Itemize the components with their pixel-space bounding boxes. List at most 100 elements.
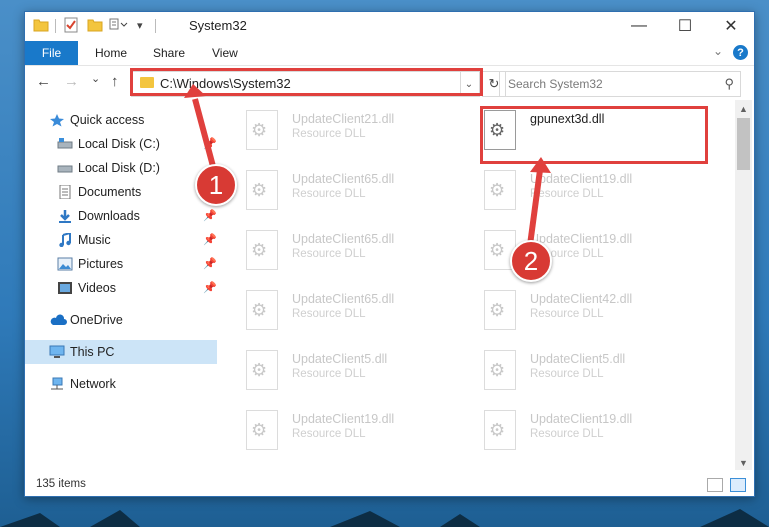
sidebar-item-label: Music <box>78 233 111 247</box>
sidebar-item-local-disk-d[interactable]: Local Disk (D:) <box>25 156 217 180</box>
dll-file-icon: ⚙ <box>484 410 516 450</box>
new-folder-icon[interactable] <box>87 17 103 33</box>
search-icon: ⚲ <box>724 76 734 91</box>
file-item[interactable]: ⚙ UpdateClient5.dll Resource DLL <box>218 346 448 392</box>
recent-locations-button[interactable]: ⌄ <box>91 72 100 85</box>
navigation-pane: Quick access Local Disk (C:) 📌 Local Dis… <box>25 104 217 469</box>
file-type: Resource DLL <box>292 308 366 320</box>
sidebar-item-this-pc[interactable]: This PC <box>25 340 217 364</box>
dll-file-icon: ⚙ <box>484 350 516 390</box>
file-item[interactable]: ⚙ UpdateClient19.dll Resource DLL <box>456 406 686 452</box>
file-item[interactable]: ⚙ UpdateClient21.dll Resource DLL <box>218 106 448 152</box>
dll-file-icon: ⚙ <box>484 170 516 210</box>
sidebar-item-videos[interactable]: Videos 📌 <box>25 276 217 300</box>
file-item[interactable]: ⚙ UpdateClient65.dll Resource DLL <box>218 166 448 212</box>
scroll-up-icon[interactable]: ▲ <box>739 104 748 114</box>
file-item[interactable]: ⚙ UpdateClient19.dll Resource DLL <box>456 166 686 212</box>
file-name: UpdateClient19.dll <box>530 172 633 186</box>
gear-icon: ⚙ <box>251 420 268 440</box>
sidebar-item-pictures[interactable]: Pictures 📌 <box>25 252 217 276</box>
back-button[interactable]: ← <box>36 73 51 90</box>
file-name: UpdateClient42.dll <box>530 292 633 306</box>
file-item[interactable]: ⚙ UpdateClient65.dll Resource DLL <box>218 286 448 332</box>
cloud-icon <box>49 313 67 327</box>
file-item[interactable]: ⚙ UpdateClient5.dll Resource DLL <box>456 346 686 392</box>
pin-icon: 📌 <box>203 282 217 294</box>
sidebar-item-downloads[interactable]: Downloads 📌 <box>25 204 217 228</box>
sidebar-item-quick-access[interactable]: Quick access <box>25 108 217 132</box>
details-view-icon[interactable] <box>707 478 723 492</box>
address-bar-highlight <box>130 68 483 96</box>
sidebar-item-local-disk-c[interactable]: Local Disk (C:) 📌 <box>25 132 217 156</box>
dll-file-icon: ⚙ <box>246 110 278 150</box>
scroll-thumb[interactable] <box>737 118 750 170</box>
window-title: System32 <box>189 18 247 33</box>
sidebar-item-documents[interactable]: Documents <box>25 180 217 204</box>
dll-file-icon: ⚙ <box>246 410 278 450</box>
minimize-button[interactable]: — <box>616 12 662 40</box>
up-button[interactable]: ↑ <box>111 73 119 90</box>
pictures-icon <box>57 257 73 271</box>
large-icons-view-icon[interactable] <box>730 478 746 492</box>
vertical-scrollbar[interactable]: ▲ ▼ <box>735 100 752 470</box>
sidebar-item-label: Videos <box>78 281 116 295</box>
pc-icon <box>49 345 65 359</box>
dll-file-icon: ⚙ <box>484 290 516 330</box>
title-separator <box>155 19 156 33</box>
forward-button[interactable]: → <box>64 73 79 90</box>
expand-ribbon-icon[interactable]: ⌄ <box>713 44 723 58</box>
maximize-button[interactable]: ☐ <box>662 12 708 40</box>
file-item[interactable]: ⚙ UpdateClient19.dll Resource DLL <box>218 406 448 452</box>
file-name: UpdateClient65.dll <box>292 172 395 186</box>
tab-file[interactable]: File <box>25 41 78 65</box>
file-name: UpdateClient5.dll <box>530 352 626 366</box>
search-input[interactable]: Search System32 <box>508 77 603 91</box>
customize-toolbar-icon[interactable] <box>109 17 128 33</box>
documents-icon <box>57 184 73 200</box>
file-name: UpdateClient19.dll <box>530 232 633 246</box>
close-button[interactable]: ✕ <box>708 12 754 40</box>
file-type: Resource DLL <box>292 368 366 380</box>
file-item[interactable]: ⚙ UpdateClient42.dll Resource DLL <box>456 286 686 332</box>
file-type: Resource DLL <box>530 308 604 320</box>
scroll-down-icon[interactable]: ▼ <box>739 458 748 468</box>
item-count: 135 items <box>36 478 86 490</box>
tab-view[interactable]: View <box>212 46 238 60</box>
gear-icon: ⚙ <box>489 300 506 320</box>
gear-icon: ⚙ <box>489 360 506 380</box>
gear-icon: ⚙ <box>489 420 506 440</box>
network-icon <box>49 377 65 391</box>
step-2-badge: 2 <box>510 240 552 282</box>
dll-file-icon: ⚙ <box>246 290 278 330</box>
file-type: Resource DLL <box>530 188 604 200</box>
palm-trees-silhouette <box>0 509 769 527</box>
sidebar-item-onedrive[interactable]: OneDrive <box>25 308 217 332</box>
file-name: UpdateClient21.dll <box>292 112 395 126</box>
file-item[interactable]: ⚙ UpdateClient19.dll Resource DLL <box>456 226 686 272</box>
music-icon <box>57 231 73 248</box>
dll-file-icon: ⚙ <box>246 230 278 270</box>
sidebar-item-label: OneDrive <box>70 313 123 327</box>
gear-icon: ⚙ <box>251 360 268 380</box>
gear-icon: ⚙ <box>251 240 268 260</box>
gear-icon: ⚙ <box>251 180 268 200</box>
file-name: UpdateClient65.dll <box>292 292 395 306</box>
gear-icon: ⚙ <box>489 240 506 260</box>
quick-access-dropdown-icon[interactable]: ▾ <box>137 19 153 35</box>
search-box[interactable]: Search System32 ⚲ <box>499 71 741 97</box>
tab-home[interactable]: Home <box>95 46 127 60</box>
help-button[interactable]: ? <box>733 45 748 60</box>
properties-icon[interactable] <box>63 17 79 33</box>
gear-icon: ⚙ <box>489 180 506 200</box>
file-name: UpdateClient19.dll <box>530 412 633 426</box>
ribbon-tabs: File Home Share View ⌄ ? <box>25 41 754 66</box>
file-type: Resource DLL <box>292 428 366 440</box>
folder-icon[interactable] <box>33 17 49 33</box>
tab-share[interactable]: Share <box>153 46 185 60</box>
downloads-icon <box>57 209 73 223</box>
file-item[interactable]: ⚙ UpdateClient65.dll Resource DLL <box>218 226 448 272</box>
dll-file-icon: ⚙ <box>246 350 278 390</box>
sidebar-item-label: This PC <box>70 345 115 359</box>
sidebar-item-music[interactable]: Music 📌 <box>25 228 217 252</box>
sidebar-item-network[interactable]: Network <box>25 372 217 396</box>
